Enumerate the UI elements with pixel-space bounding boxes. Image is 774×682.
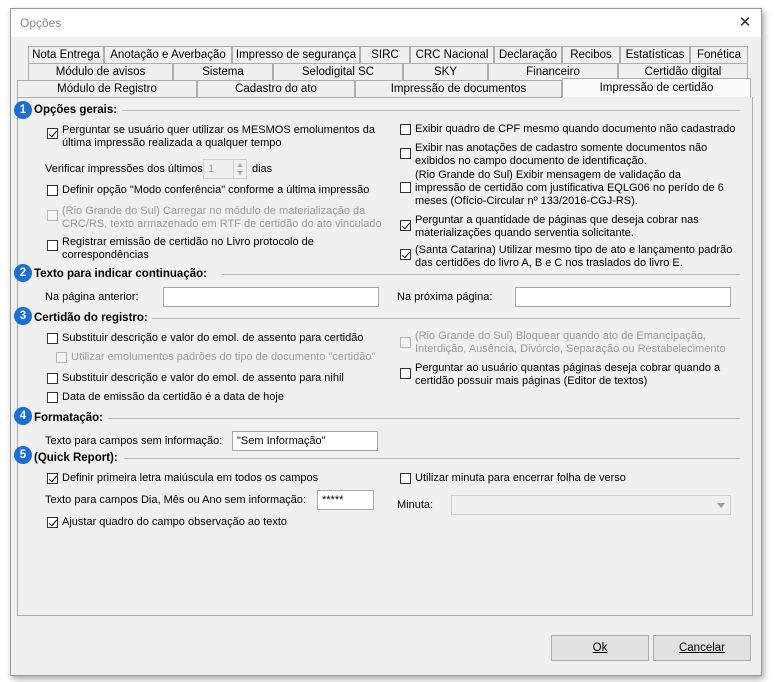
- use-default-fees-checkbox[interactable]: [56, 352, 67, 363]
- date-fields-label: Texto para campos Dia, Mês ou Ano sem in…: [45, 494, 307, 506]
- capitalize-label: Definir primeira letra maiúscula em todo…: [62, 472, 319, 484]
- replace-desc-label: Substituir descrição e valor do emol. de…: [62, 332, 364, 344]
- tab-nota-entrega[interactable]: Nota Entrega: [28, 46, 104, 63]
- title-bar: Opções ✕: [11, 9, 761, 37]
- section-divider: [152, 318, 740, 319]
- verify-days-unit: dias: [252, 163, 273, 175]
- use-default-fees-label: Utilizar emolumentos padrões do tipo de …: [71, 351, 376, 363]
- sc-same-type-checkbox[interactable]: [400, 249, 411, 260]
- adjust-obs-checkbox[interactable]: [47, 517, 58, 528]
- empty-fields-label: Texto para campos sem informação:: [45, 435, 223, 447]
- verify-days-spinner[interactable]: [233, 159, 247, 179]
- conference-mode-checkbox[interactable]: [47, 185, 58, 196]
- issue-date-today-checkbox[interactable]: [47, 392, 58, 403]
- rgs-block-checkbox[interactable]: [400, 337, 411, 348]
- next-page-input[interactable]: [515, 287, 731, 307]
- tab-impressao-documentos[interactable]: Impressão de documentos: [355, 80, 562, 97]
- tab-modulo-registro[interactable]: Módulo de Registro: [17, 80, 197, 97]
- tab-recibos[interactable]: Recibos: [562, 46, 620, 63]
- tab-sistema[interactable]: Sistema: [173, 63, 273, 80]
- capitalize-checkbox[interactable]: [47, 473, 58, 484]
- ask-more-pages-checkbox[interactable]: [400, 368, 411, 379]
- tab-selodigital-sc[interactable]: Selodigital SC: [273, 63, 403, 80]
- rgs-load-rtf-label: (Rio Grande do Sul) Carregar no módulo d…: [62, 205, 382, 230]
- section-divider: [222, 274, 740, 275]
- register-book-label: Registrar emissão de certidão no Livro p…: [62, 236, 314, 261]
- draft-select[interactable]: [451, 495, 731, 515]
- register-book-checkbox[interactable]: [47, 240, 58, 251]
- section-badge-1: 1: [14, 101, 32, 119]
- ask-pages-checkbox[interactable]: [400, 220, 411, 231]
- chevron-down-icon[interactable]: [714, 498, 728, 512]
- show-cpf-checkbox[interactable]: [400, 124, 411, 135]
- ask-same-fees-checkbox[interactable]: [47, 128, 58, 139]
- close-icon[interactable]: ✕: [735, 13, 755, 33]
- replace-desc-checkbox[interactable]: [47, 333, 58, 344]
- show-annotations-label: Exibir nas anotações de cadastro somente…: [415, 142, 708, 167]
- section-badge-4: 4: [14, 407, 32, 425]
- section-badge-2: 2: [14, 264, 32, 282]
- verify-days-input[interactable]: 1: [203, 159, 236, 179]
- spin-up-icon[interactable]: [237, 163, 243, 167]
- sc-same-type-label: (Santa Catarina) Utilizar mesmo tipo de …: [415, 244, 733, 269]
- tab-modulo-avisos[interactable]: Módulo de avisos: [28, 63, 173, 80]
- tab-sky[interactable]: SKY: [403, 63, 488, 80]
- tab-fonetica[interactable]: Fonética: [690, 46, 748, 63]
- conference-mode-label: Definir opção "Modo conferência" conform…: [62, 184, 370, 196]
- cancel-button[interactable]: Cancelar: [653, 635, 751, 661]
- section-title-general: Opções gerais:: [34, 104, 118, 116]
- tab-declaracao[interactable]: Declaração: [494, 46, 562, 63]
- adjust-obs-label: Ajustar quadro do campo observação ao te…: [62, 516, 288, 528]
- prev-page-input[interactable]: [163, 287, 379, 307]
- spin-down-icon[interactable]: [237, 171, 243, 175]
- prev-page-label: Na página anterior:: [45, 291, 139, 303]
- show-annotations-checkbox[interactable]: [400, 148, 411, 159]
- date-fields-input[interactable]: *****: [317, 490, 374, 510]
- next-page-label: Na próxima página:: [397, 291, 493, 303]
- section-title-registry: Certidão do registro:: [34, 312, 148, 324]
- tab-impressao-certidao[interactable]: Impressão de certidão: [562, 78, 751, 97]
- tab-impresso-seguranca[interactable]: Impresso de segurança: [232, 46, 360, 63]
- empty-fields-input[interactable]: "Sem Informação": [232, 431, 378, 451]
- section-divider: [124, 458, 740, 459]
- ask-same-fees-label: Perguntar se usuário quer utilizar os ME…: [62, 124, 376, 149]
- use-draft-checkbox[interactable]: [400, 473, 411, 484]
- section-badge-3: 3: [14, 307, 32, 325]
- tab-estatisticas[interactable]: Estatísticas: [620, 46, 690, 63]
- section-title-continuation: Texto para indicar continuação:: [34, 268, 207, 280]
- ask-more-pages-label: Perguntar ao usuário quantas páginas des…: [415, 362, 721, 387]
- rgs-validation-label: (Rio Grande do Sul) Exibir mensagem de v…: [415, 169, 724, 207]
- section-title-quick-report: (Quick Report):: [34, 452, 118, 464]
- rgs-block-label: (Rio Grande do Sul) Bloquear quando ato …: [415, 330, 726, 355]
- tab-sirc[interactable]: SIRC: [360, 46, 410, 63]
- verify-prints-label: Verificar impressões dos últimos: [45, 163, 203, 175]
- ask-pages-label: Perguntar a quantidade de páginas que de…: [415, 214, 699, 239]
- tab-crc-nacional[interactable]: CRC Nacional: [410, 46, 494, 63]
- tab-anotacao-averbacao[interactable]: Anotação e Averbação: [104, 46, 232, 63]
- show-cpf-label: Exibir quadro de CPF mesmo quando docume…: [415, 123, 736, 135]
- ok-button[interactable]: Ok: [551, 635, 649, 661]
- replace-desc-nihil-label: Substituir descrição e valor do emol. de…: [62, 372, 344, 384]
- issue-date-today-label: Data de emissão da certidão é a data de …: [62, 391, 284, 403]
- replace-desc-nihil-checkbox[interactable]: [47, 373, 58, 384]
- draft-label: Minuta:: [397, 499, 434, 511]
- rgs-load-rtf-checkbox[interactable]: [47, 210, 58, 221]
- tab-cadastro-ato[interactable]: Cadastro do ato: [197, 80, 355, 97]
- section-divider: [108, 418, 740, 419]
- use-draft-label: Utilizar minuta para encerrar folha de v…: [415, 472, 626, 484]
- section-divider: [122, 110, 740, 111]
- rgs-validation-checkbox[interactable]: [400, 182, 411, 193]
- section-badge-5: 5: [14, 446, 32, 464]
- window-title: Opções: [20, 16, 62, 30]
- section-title-formatting: Formatação:: [34, 412, 104, 424]
